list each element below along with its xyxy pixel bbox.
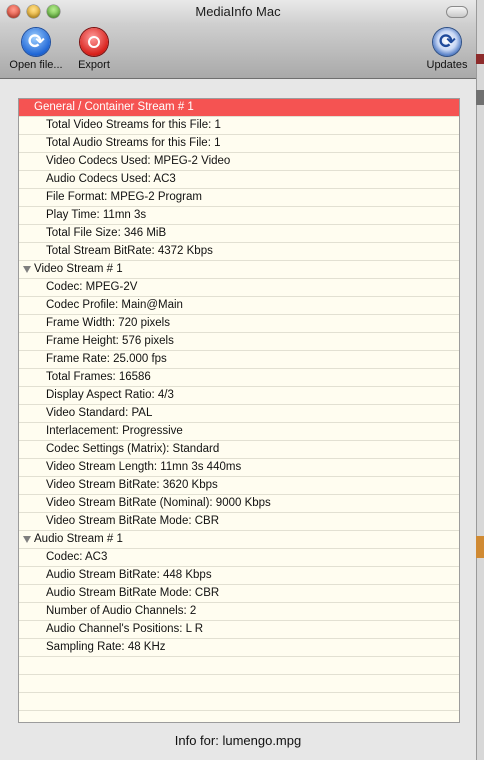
empty-row bbox=[19, 675, 459, 693]
tree-section-audio[interactable]: Audio Stream # 1 bbox=[19, 531, 459, 549]
background-window-sliver bbox=[476, 90, 484, 105]
tree-item[interactable]: Interlacement: Progressive bbox=[19, 423, 459, 441]
export-icon bbox=[80, 28, 108, 56]
tree-item[interactable]: Video Standard: PAL bbox=[19, 405, 459, 423]
section-header-video: Video Stream # 1 bbox=[34, 263, 123, 275]
tree-item[interactable]: Codec Settings (Matrix): Standard bbox=[19, 441, 459, 459]
tree-item[interactable]: Total Stream BitRate: 4372 Kbps bbox=[19, 243, 459, 261]
tree-item[interactable]: Frame Height: 576 pixels bbox=[19, 333, 459, 351]
tree-item[interactable]: Codec Profile: Main@Main bbox=[19, 297, 459, 315]
tree-item[interactable]: Codec: AC3 bbox=[19, 549, 459, 567]
tree-item[interactable]: Total Audio Streams for this File: 1 bbox=[19, 135, 459, 153]
tree-item[interactable]: Audio Stream BitRate: 448 Kbps bbox=[19, 567, 459, 585]
disclosure-triangle-icon[interactable] bbox=[23, 266, 31, 273]
tree-item[interactable]: Audio Codecs Used: AC3 bbox=[19, 171, 459, 189]
tree-item[interactable]: Number of Audio Channels: 2 bbox=[19, 603, 459, 621]
tree-item[interactable]: Frame Width: 720 pixels bbox=[19, 315, 459, 333]
empty-row bbox=[19, 693, 459, 711]
open-file-label: Open file... bbox=[9, 59, 63, 71]
tree-item[interactable]: Video Stream Length: 11mn 3s 440ms bbox=[19, 459, 459, 477]
tree-item[interactable]: Audio Channel's Positions: L R bbox=[19, 621, 459, 639]
tree-item[interactable]: Total File Size: 346 MiB bbox=[19, 225, 459, 243]
export-button[interactable]: Export bbox=[62, 28, 126, 71]
window-title: MediaInfo Mac bbox=[195, 4, 281, 19]
open-file-icon bbox=[22, 28, 50, 56]
tree-item[interactable]: Total Video Streams for this File: 1 bbox=[19, 117, 459, 135]
section-header-general: General / Container Stream # 1 bbox=[34, 101, 194, 113]
disclosure-triangle-icon[interactable] bbox=[23, 536, 31, 543]
tree-section-general[interactable]: General / Container Stream # 1 bbox=[19, 99, 459, 117]
tree-item[interactable]: Video Stream BitRate Mode: CBR bbox=[19, 513, 459, 531]
media-info-outline[interactable]: General / Container Stream # 1 Total Vid… bbox=[18, 98, 460, 723]
tree-item[interactable]: Video Stream BitRate: 3620 Kbps bbox=[19, 477, 459, 495]
tree-item[interactable]: Total Frames: 16586 bbox=[19, 369, 459, 387]
tree-item[interactable]: Display Aspect Ratio: 4/3 bbox=[19, 387, 459, 405]
tree-item[interactable]: Codec: MPEG-2V bbox=[19, 279, 459, 297]
toolbar: Open file... Export Updates bbox=[0, 24, 476, 79]
disclosure-triangle-icon[interactable] bbox=[23, 104, 31, 111]
tree-item[interactable]: Frame Rate: 25.000 fps bbox=[19, 351, 459, 369]
tree-item[interactable]: Play Time: 11mn 3s bbox=[19, 207, 459, 225]
tree-item[interactable]: Video Codecs Used: MPEG-2 Video bbox=[19, 153, 459, 171]
updates-button[interactable]: Updates bbox=[418, 28, 476, 71]
tree-item[interactable]: File Format: MPEG-2 Program bbox=[19, 189, 459, 207]
updates-icon bbox=[433, 28, 461, 56]
info-for-label: Info for: lumengo.mpg bbox=[174, 733, 302, 748]
tree-item[interactable]: Audio Stream BitRate Mode: CBR bbox=[19, 585, 459, 603]
title-bar[interactable]: MediaInfo Mac bbox=[0, 0, 476, 24]
export-label: Export bbox=[78, 59, 110, 71]
tree-item[interactable]: Sampling Rate: 48 KHz bbox=[19, 639, 459, 657]
section-header-audio: Audio Stream # 1 bbox=[34, 533, 123, 545]
background-window-sliver bbox=[476, 536, 484, 558]
empty-row bbox=[19, 657, 459, 675]
tree-section-video[interactable]: Video Stream # 1 bbox=[19, 261, 459, 279]
mediainfo-window: MediaInfo Mac Open file... Export Update… bbox=[0, 0, 477, 760]
background-window-sliver bbox=[476, 54, 484, 64]
toolbar-toggle-button[interactable] bbox=[446, 6, 468, 18]
open-file-button[interactable]: Open file... bbox=[4, 28, 68, 71]
empty-row bbox=[19, 711, 459, 722]
updates-label: Updates bbox=[426, 59, 468, 71]
tree-item[interactable]: Video Stream BitRate (Nominal): 9000 Kbp… bbox=[19, 495, 459, 513]
